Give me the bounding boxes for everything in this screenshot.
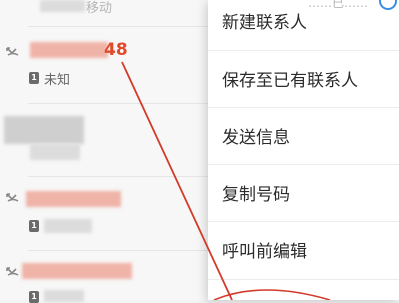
blurred-number xyxy=(40,0,85,12)
menu-item-copy-number[interactable]: 复制号码 xyxy=(208,164,399,221)
blurred-phone-number xyxy=(26,191,121,207)
missed-call-icon xyxy=(6,193,19,202)
blurred-contact-detail xyxy=(30,144,80,160)
menu-divider xyxy=(208,279,399,280)
sim-card-icon: 1 xyxy=(29,72,39,84)
blurred-contact xyxy=(4,116,84,144)
menu-item-new-contact[interactable]: 新建联系人 xyxy=(208,0,399,49)
location-label: 未知 xyxy=(44,73,71,88)
call-log-row[interactable] xyxy=(0,104,220,176)
carrier-label: 移动 xyxy=(86,1,113,16)
blurred-phone-number xyxy=(30,42,108,58)
missed-number-suffix: 48 xyxy=(104,40,128,60)
blurred-location xyxy=(44,219,92,233)
missed-call-icon xyxy=(6,47,19,56)
blurred-phone-number xyxy=(22,263,132,279)
missed-call-icon xyxy=(6,267,19,276)
context-menu: ……已…… 新建联系人 保存至已有联系人 发送信息 复制号码 呼叫前编辑 xyxy=(208,0,399,300)
call-log-row[interactable]: 1 xyxy=(0,177,220,250)
call-log-row[interactable]: 48 1 未知 xyxy=(0,27,220,102)
blurred-location xyxy=(44,290,84,302)
menu-item-edit-before-call[interactable]: 呼叫前编辑 xyxy=(208,221,399,278)
sim-card-icon: 1 xyxy=(29,220,39,232)
sim-card-icon: 1 xyxy=(29,291,39,303)
menu-item-send-message[interactable]: 发送信息 xyxy=(208,107,399,164)
call-log-row[interactable]: 1 xyxy=(0,251,220,303)
menu-item-save-to-existing-contact[interactable]: 保存至已有联系人 xyxy=(208,50,399,107)
